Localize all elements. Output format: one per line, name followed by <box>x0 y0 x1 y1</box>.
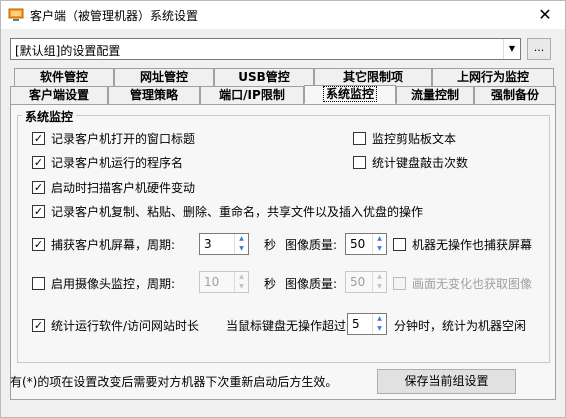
stepper-value: 5 <box>352 317 360 331</box>
tab-usb-control[interactable]: USB管控 <box>214 68 314 86</box>
quality-label: 图像质量: <box>285 238 338 252</box>
checkbox-label: 捕获客户机屏幕，周期: <box>51 238 176 252</box>
checkbox-box[interactable] <box>32 277 45 290</box>
stepper-value: 50 <box>350 237 366 251</box>
increment-icon: ▲ <box>239 273 244 280</box>
tab-client-settings[interactable]: 客户端设置 <box>10 86 108 104</box>
config-select[interactable]: [默认组]的设置配置 ▼ <box>10 38 521 60</box>
idle-suffix-label: 分钟时，统计为机器空闲 <box>394 319 527 333</box>
tab-internet-behavior[interactable]: 上网行为监控 <box>432 68 554 86</box>
idle-prefix-label: 当鼠标键盘无操作超过 <box>226 319 347 333</box>
keyboard-count-checkbox[interactable]: 统计键盘敲击次数 <box>353 154 468 171</box>
chevron-down-icon[interactable]: ▼ <box>503 39 520 59</box>
tab-label: 强制备份 <box>490 88 539 102</box>
stepper-value: 3 <box>204 237 212 251</box>
checkbox-label: 画面无变化也获取图像 <box>412 277 533 291</box>
clipboard-checkbox[interactable]: 监控剪贴板文本 <box>353 130 456 147</box>
tab-label: 软件管控 <box>39 70 88 84</box>
increment-icon: ▲ <box>377 273 382 280</box>
tab-traffic-control[interactable]: 流量控制 <box>396 86 474 104</box>
checkbox-box[interactable]: ✓ <box>32 238 45 251</box>
checkbox-label: 机器无操作也捕获屏幕 <box>412 238 533 252</box>
tab-label: 流量控制 <box>410 88 459 102</box>
checkbox-label: 启用摄像头监控，周期: <box>51 277 176 291</box>
program-name-checkbox[interactable]: ✓ 记录客户机运行的程序名 <box>32 154 183 171</box>
hardware-scan-checkbox[interactable]: ✓ 启动时扫描客户机硬件变动 <box>32 179 195 196</box>
tab-label: 客户端设置 <box>28 88 89 102</box>
window-title: 客户端（被管理机器）系统设置 <box>30 9 199 23</box>
idle-minutes-stepper[interactable]: 5 ▲ ▼ <box>347 313 387 335</box>
tab-label: 端口/IP限制 <box>219 88 285 102</box>
checkbox-label: 启动时扫描客户机硬件变动 <box>51 181 196 195</box>
tab-label: 其它限制项 <box>342 70 403 84</box>
stepper-buttons: ▲ ▼ <box>372 314 386 334</box>
no-change-capture-checkbox: 画面无变化也获取图像 <box>393 275 532 292</box>
checkbox-label: 记录客户机运行的程序名 <box>51 156 184 170</box>
increment-icon[interactable]: ▲ <box>373 314 386 324</box>
stepper-buttons: ▲ ▼ <box>234 272 248 292</box>
screen-quality-stepper[interactable]: 50 ▲ ▼ <box>345 233 387 255</box>
checkbox-box[interactable] <box>393 238 406 251</box>
screen-capture-checkbox[interactable]: ✓ 捕获客户机屏幕，周期: <box>32 236 175 253</box>
tab-label: 网址管控 <box>139 70 188 84</box>
decrement-icon[interactable]: ▼ <box>373 244 386 254</box>
checkbox-label: 监控剪贴板文本 <box>372 132 457 146</box>
usage-stats-checkbox[interactable]: ✓ 统计运行软件/访问网站时长 <box>32 317 199 334</box>
camera-monitor-checkbox[interactable]: 启用摄像头监控，周期: <box>32 275 175 292</box>
tab-label: 管理策略 <box>129 88 178 102</box>
increment-icon[interactable]: ▲ <box>235 234 248 244</box>
seconds-unit: 秒 <box>264 238 277 252</box>
checkbox-box <box>393 277 406 290</box>
checkbox-box[interactable] <box>353 156 366 169</box>
idle-capture-checkbox[interactable]: 机器无操作也捕获屏幕 <box>393 236 532 253</box>
checkbox-box[interactable] <box>353 132 366 145</box>
config-select-value: [默认组]的设置配置 <box>15 44 121 58</box>
camera-period-stepper: 10 ▲ ▼ <box>199 271 249 293</box>
checkbox-label: 统计键盘敲击次数 <box>372 156 469 170</box>
tab-label: 系统监控 <box>322 86 377 102</box>
checkbox-box[interactable]: ✓ <box>32 132 45 145</box>
group-title: 系统监控 <box>22 108 77 125</box>
checkbox-label: 统计运行软件/访问网站时长 <box>51 319 200 333</box>
checkbox-box[interactable]: ✓ <box>32 205 45 218</box>
tab-management-policy[interactable]: 管理策略 <box>108 86 200 104</box>
app-icon <box>8 8 24 21</box>
stepper-value: 50 <box>350 275 366 289</box>
close-button[interactable]: ✕ <box>525 1 565 29</box>
stepper-buttons: ▲ ▼ <box>234 234 248 254</box>
quality-label: 图像质量: <box>285 277 338 291</box>
tab-software-control[interactable]: 软件管控 <box>14 68 114 86</box>
seconds-unit: 秒 <box>264 277 277 291</box>
tab-label: 上网行为监控 <box>456 70 529 84</box>
stepper-buttons: ▲ ▼ <box>372 272 386 292</box>
tab-url-control[interactable]: 网址管控 <box>114 68 214 86</box>
title-bar: 客户端（被管理机器）系统设置 ✕ <box>1 1 565 29</box>
screen-period-stepper[interactable]: 3 ▲ ▼ <box>199 233 249 255</box>
checkbox-box[interactable]: ✓ <box>32 319 45 332</box>
increment-icon[interactable]: ▲ <box>373 234 386 244</box>
checkbox-box[interactable]: ✓ <box>32 156 45 169</box>
tab-system-monitor[interactable]: 系统监控 <box>304 85 396 104</box>
stepper-buttons: ▲ ▼ <box>372 234 386 254</box>
save-group-settings-button[interactable]: 保存当前组设置 <box>377 369 516 394</box>
tab-port-ip-restriction[interactable]: 端口/IP限制 <box>200 86 304 104</box>
tab-label: USB管控 <box>238 70 290 84</box>
tab-forced-backup[interactable]: 强制备份 <box>474 86 556 104</box>
decrement-icon[interactable]: ▼ <box>373 324 386 334</box>
browse-config-button[interactable]: ... <box>527 38 551 60</box>
decrement-icon[interactable]: ▼ <box>235 244 248 254</box>
tab-other-restrictions[interactable]: 其它限制项 <box>314 68 432 86</box>
checkbox-label: 记录客户机打开的窗口标题 <box>51 132 196 146</box>
stepper-value: 10 <box>204 275 220 289</box>
restart-note: 有(*)的项在设置改变后需要对方机器下次重新启动后方生效。 <box>10 375 338 389</box>
file-operations-checkbox[interactable]: ✓ 记录客户机复制、粘贴、删除、重命名，共享文件以及插入优盘的操作 <box>32 203 423 220</box>
camera-quality-stepper: 50 ▲ ▼ <box>345 271 387 293</box>
decrement-icon: ▼ <box>239 283 244 290</box>
window-title-checkbox[interactable]: ✓ 记录客户机打开的窗口标题 <box>32 130 195 147</box>
decrement-icon: ▼ <box>377 283 382 290</box>
checkbox-box[interactable]: ✓ <box>32 181 45 194</box>
checkbox-label: 记录客户机复制、粘贴、删除、重命名，共享文件以及插入优盘的操作 <box>51 205 424 219</box>
settings-window: 客户端（被管理机器）系统设置 ✕ [默认组]的设置配置 ▼ ... 软件管控 网… <box>0 0 566 418</box>
